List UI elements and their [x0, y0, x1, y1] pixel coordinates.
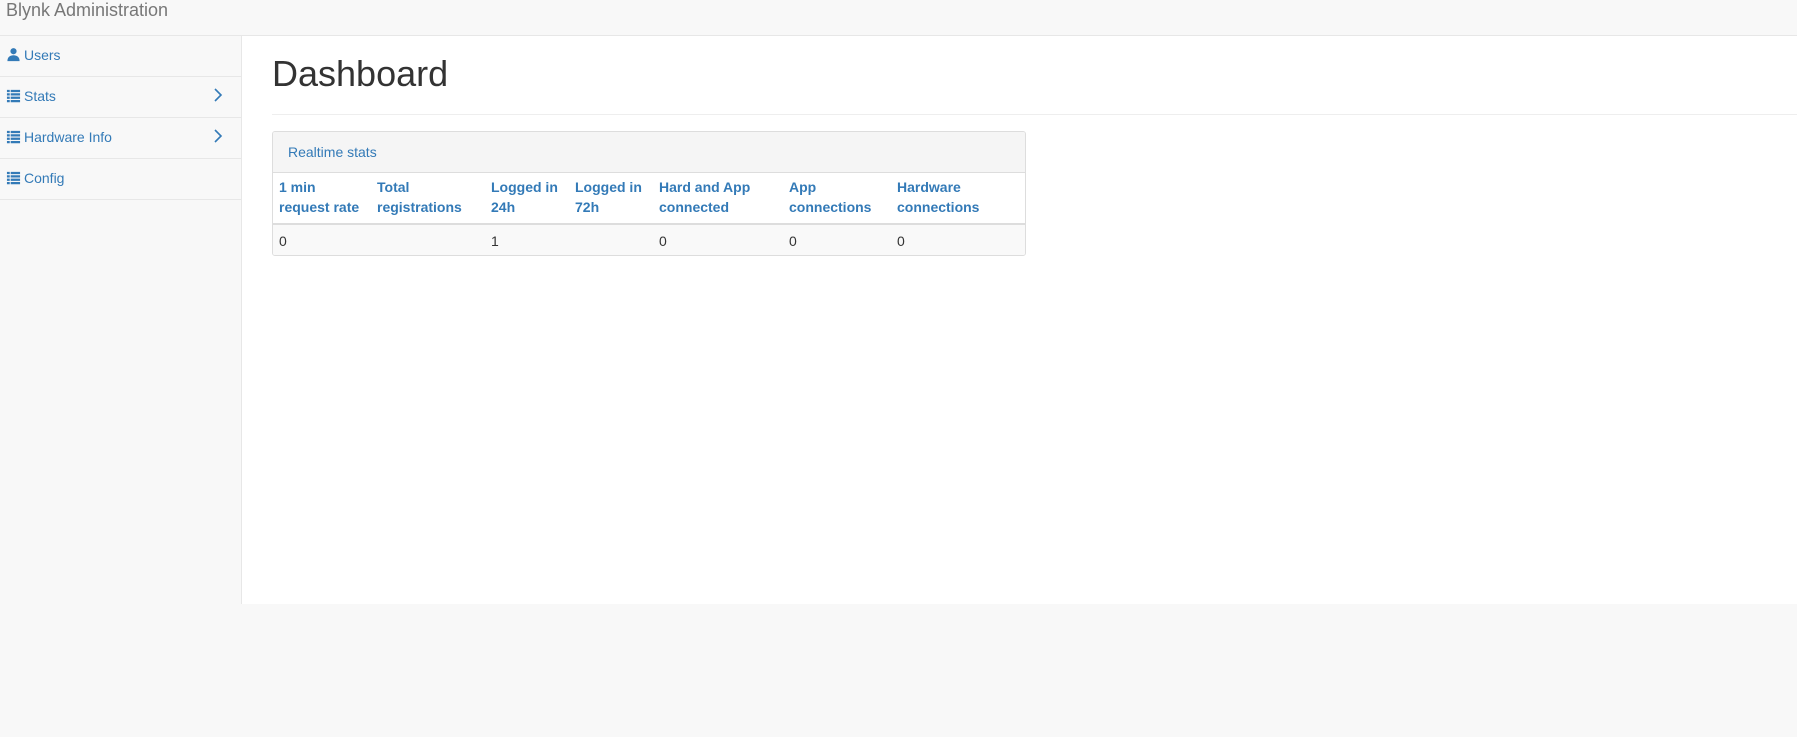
- column-header-logged-72h[interactable]: Logged in 72h: [569, 173, 653, 225]
- user-icon: [7, 48, 20, 62]
- sidebar-item-label: Config: [24, 170, 65, 186]
- navbar-brand[interactable]: Blynk Administration: [6, 0, 168, 20]
- column-header-app-connections[interactable]: App connections: [783, 173, 891, 225]
- cell-logged-24h: 1: [485, 224, 569, 255]
- sidebar-item-users[interactable]: Users: [0, 36, 241, 77]
- sidebar-item-label: Hardware Info: [24, 129, 112, 145]
- top-navbar: Blynk Administration: [0, 0, 1797, 36]
- cell-hard-and-app: 0: [653, 224, 783, 255]
- chevron-right-icon[interactable]: [211, 127, 225, 145]
- realtime-stats-panel: Realtime stats 1 min request rate Total …: [272, 131, 1026, 256]
- list-icon: [6, 171, 21, 185]
- main-content: Dashboard Realtime stats 1 min request r…: [242, 36, 1797, 604]
- column-header-hard-and-app[interactable]: Hard and App connected: [653, 173, 783, 225]
- cell-hardware-connections: 0: [891, 224, 1025, 255]
- column-header-hardware-connections[interactable]: Hardware connections: [891, 173, 1025, 225]
- cell-app-connections: 0: [783, 224, 891, 255]
- sidebar-item-label: Stats: [24, 88, 56, 104]
- cell-total-registrations: [371, 224, 485, 255]
- list-icon: [6, 89, 21, 103]
- sidebar-item-config[interactable]: Config: [0, 159, 241, 200]
- sidebar-item-stats[interactable]: Stats: [0, 77, 241, 118]
- column-header-logged-24h[interactable]: Logged in 24h: [485, 173, 569, 225]
- chevron-right-icon[interactable]: [211, 86, 225, 104]
- cell-request-rate: 0: [273, 224, 371, 255]
- sidebar-item-label: Users: [24, 47, 61, 63]
- table-row: 0 1 0 0 0: [273, 224, 1025, 255]
- page-title: Dashboard: [272, 53, 449, 94]
- cell-logged-72h: [569, 224, 653, 255]
- panel-heading: Realtime stats: [273, 132, 1025, 173]
- stats-table: 1 min request rate Total registrations L…: [273, 173, 1025, 255]
- column-header-request-rate[interactable]: 1 min request rate: [273, 173, 371, 225]
- table-header-row: 1 min request rate Total registrations L…: [273, 173, 1025, 225]
- column-header-total-registrations[interactable]: Total registrations: [371, 173, 485, 225]
- title-divider: [272, 114, 1797, 115]
- sidebar-item-hardware-info[interactable]: Hardware Info: [0, 118, 241, 159]
- list-icon: [6, 130, 21, 144]
- sidebar: Users Stats Hardware Info Config: [0, 36, 242, 604]
